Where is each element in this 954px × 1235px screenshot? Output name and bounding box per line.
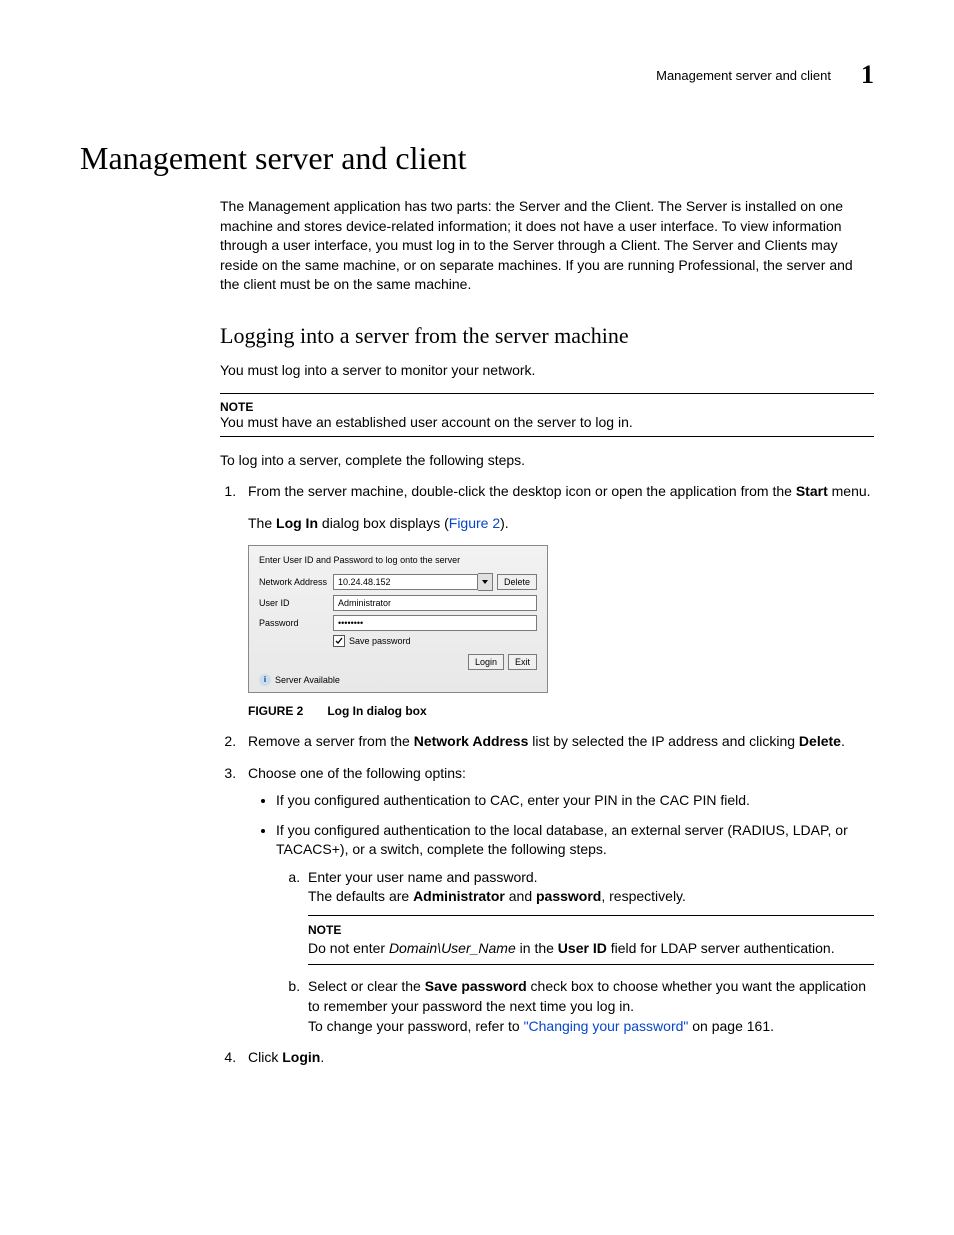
password-input[interactable]: ••••••••: [333, 615, 537, 631]
login-dialog: Enter User ID and Password to log onto t…: [248, 545, 548, 693]
steps-list: From the server machine, double-click th…: [220, 482, 874, 1068]
dialog-prompt: Enter User ID and Password to log onto t…: [259, 554, 537, 567]
login-button[interactable]: Login: [468, 654, 504, 670]
step-1: From the server machine, double-click th…: [240, 482, 874, 720]
bullet-list: If you configured authentication to CAC,…: [248, 791, 874, 1036]
step-3: Choose one of the following optins: If y…: [240, 764, 874, 1037]
save-password-checkbox[interactable]: [333, 635, 345, 647]
user-id-input[interactable]: Administrator: [333, 595, 537, 611]
figure-caption: FIGURE 2Log In dialog box: [248, 703, 874, 720]
user-id-label: User ID: [259, 597, 333, 610]
note-label: NOTE: [308, 922, 874, 939]
network-address-row: Network Address 10.24.48.152 Delete: [259, 573, 537, 591]
login-intro: You must log into a server to monitor yo…: [220, 361, 874, 381]
substep-a: Enter your user name and password. The d…: [304, 868, 874, 966]
note-text: Do not enter Domain\User_Name in the Use…: [308, 939, 874, 959]
exit-button[interactable]: Exit: [508, 654, 537, 670]
delete-button[interactable]: Delete: [497, 574, 537, 590]
step-4: Click Login.: [240, 1048, 874, 1068]
changing-password-link[interactable]: "Changing your password": [524, 1018, 689, 1034]
substeps: Enter your user name and password. The d…: [276, 868, 874, 1036]
intro-paragraph: The Management application has two parts…: [220, 197, 874, 295]
network-address-input[interactable]: 10.24.48.152: [333, 574, 478, 590]
note-block-1: NOTE You must have an established user a…: [220, 393, 874, 437]
network-address-label: Network Address: [259, 576, 333, 589]
password-row: Password ••••••••: [259, 615, 537, 631]
header-section: Management server and client: [656, 68, 831, 83]
status-text: Server Available: [275, 674, 340, 687]
note-label: NOTE: [220, 400, 874, 414]
figure-2: Enter User ID and Password to log onto t…: [248, 545, 874, 693]
bullet-1: If you configured authentication to CAC,…: [276, 791, 874, 811]
page-title: Management server and client: [80, 140, 874, 177]
figure-link[interactable]: Figure 2: [449, 515, 500, 531]
header-chapter-number: 1: [861, 60, 874, 90]
step-2: Remove a server from the Network Address…: [240, 732, 874, 752]
save-password-row: Save password: [333, 635, 537, 648]
password-label: Password: [259, 617, 333, 630]
body: The Management application has two parts…: [220, 197, 874, 1068]
bullet-2: If you configured authentication to the …: [276, 821, 874, 1037]
save-password-label: Save password: [349, 635, 411, 648]
note-text: You must have an established user accoun…: [220, 414, 874, 430]
status-row: i Server Available: [259, 674, 537, 687]
dropdown-icon[interactable]: [478, 573, 493, 591]
info-icon: i: [259, 674, 271, 686]
note-block-2: NOTE Do not enter Domain\User_Name in th…: [308, 915, 874, 965]
running-header: Management server and client 1: [80, 60, 874, 90]
user-id-row: User ID Administrator: [259, 595, 537, 611]
page: Management server and client 1 Managemen…: [0, 0, 954, 1235]
steps-intro: To log into a server, complete the follo…: [220, 451, 874, 471]
substep-b: Select or clear the Save password check …: [304, 977, 874, 1036]
section-heading: Logging into a server from the server ma…: [220, 323, 874, 349]
dialog-button-row: Login Exit: [259, 654, 537, 670]
